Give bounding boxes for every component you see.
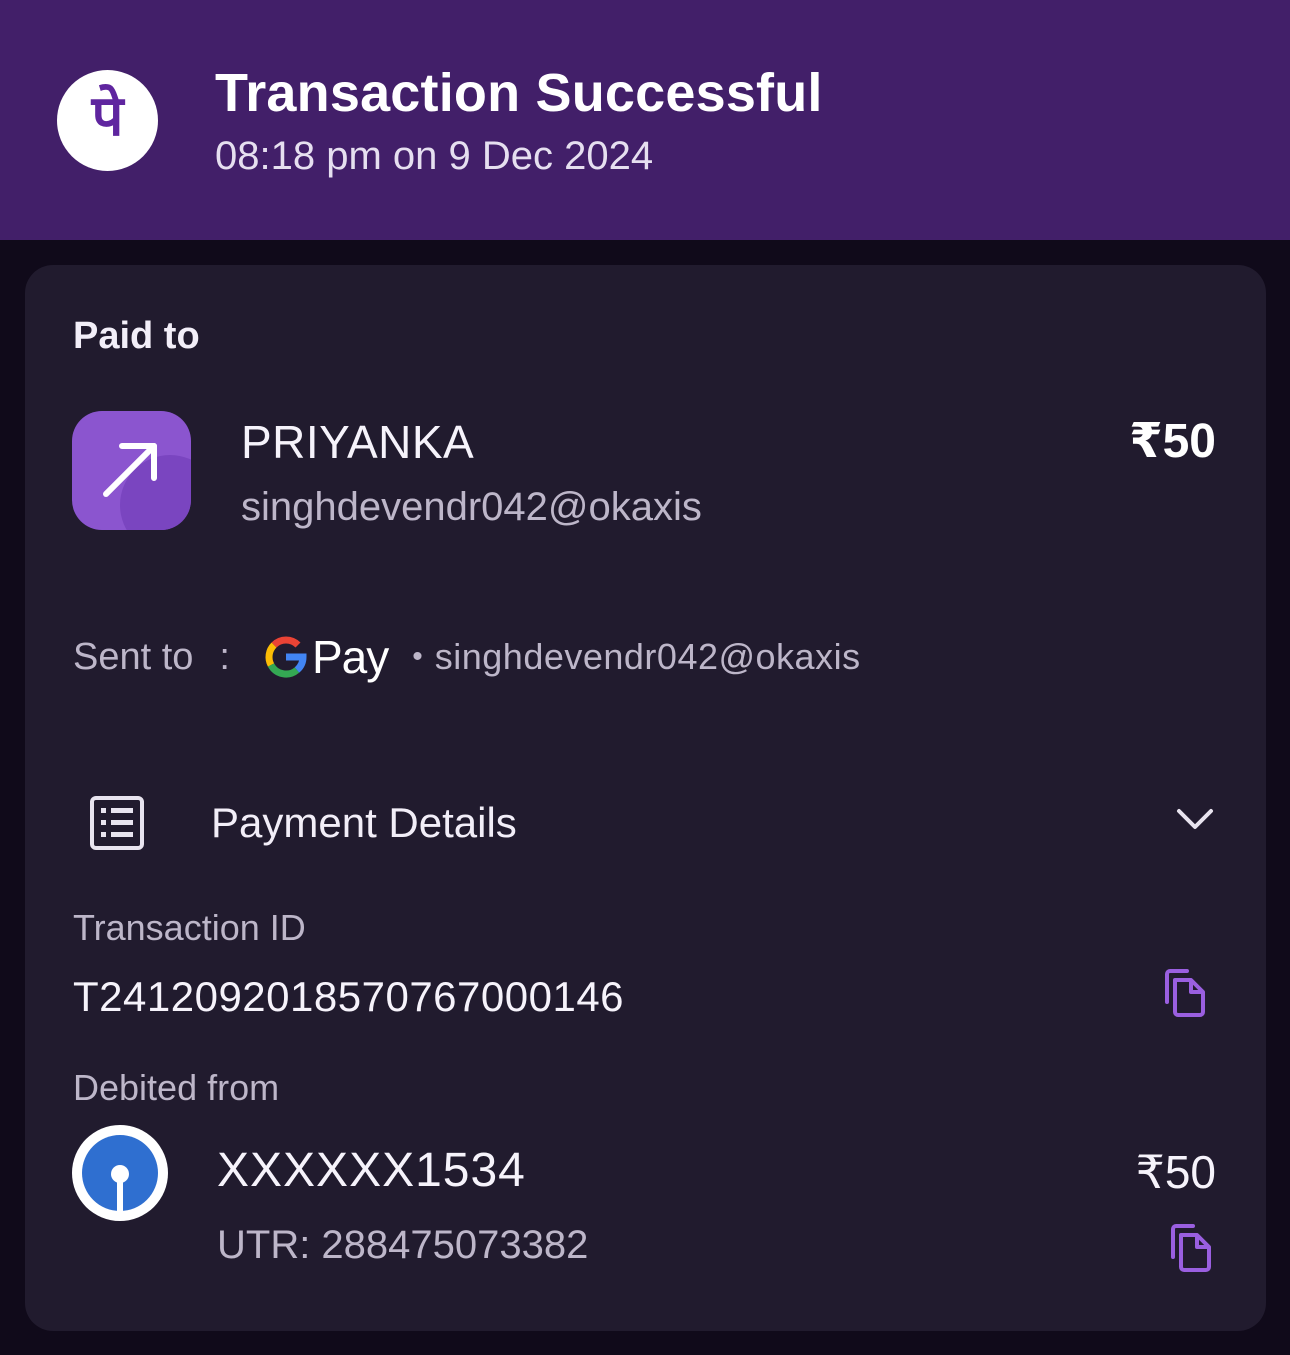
payment-details-toggle[interactable]: Payment Details (73, 785, 1218, 861)
copy-utr-icon[interactable] (1167, 1223, 1213, 1273)
google-pay-logo: Pay (264, 630, 389, 684)
payee-vpa: singhdevendr042@okaxis (241, 485, 702, 529)
arrow-up-right-icon (72, 411, 191, 530)
page-title: Transaction Successful (215, 63, 823, 123)
google-pay-word: Pay (311, 631, 389, 683)
paid-to-label: Paid to (73, 315, 200, 357)
receipt-list-icon (90, 796, 144, 850)
transaction-id-label: Transaction ID (73, 907, 306, 948)
debit-amount: ₹50 (1135, 1146, 1216, 1198)
sent-to-row: Sent to : Pay • singhdevendr042@okaxis (73, 627, 861, 687)
debited-from-label: Debited from (73, 1067, 280, 1108)
sent-to-vpa: singhdevendr042@okaxis (434, 636, 861, 677)
transaction-card: Paid to PRIYANKA singhdevendr042@okaxis … (25, 265, 1266, 1331)
payment-amount: ₹50 (1129, 415, 1216, 468)
transaction-id-value: T2412092018570767000146 (73, 973, 625, 1020)
utr-number: UTR: 288475073382 (217, 1223, 589, 1267)
payment-details-label: Payment Details (211, 799, 517, 846)
sent-to-separator: : (219, 635, 230, 678)
phonepe-logo-glyph: पे (91, 83, 124, 149)
payee-name: PRIYANKA (241, 416, 475, 468)
phonepe-logo: पे (57, 70, 158, 171)
account-number: XXXXXX1534 (217, 1144, 526, 1197)
transaction-datetime: 08:18 pm on 9 Dec 2024 (215, 134, 654, 178)
header: पे Transaction Successful 08:18 pm on 9 … (0, 0, 1290, 240)
sent-to-label: Sent to (73, 635, 194, 678)
copy-transaction-id-icon[interactable] (1161, 968, 1207, 1018)
chevron-down-icon[interactable] (1176, 807, 1214, 831)
bank-logo-icon (72, 1125, 168, 1221)
separator-dot: • (412, 640, 423, 673)
google-pay-icon (265, 636, 307, 678)
